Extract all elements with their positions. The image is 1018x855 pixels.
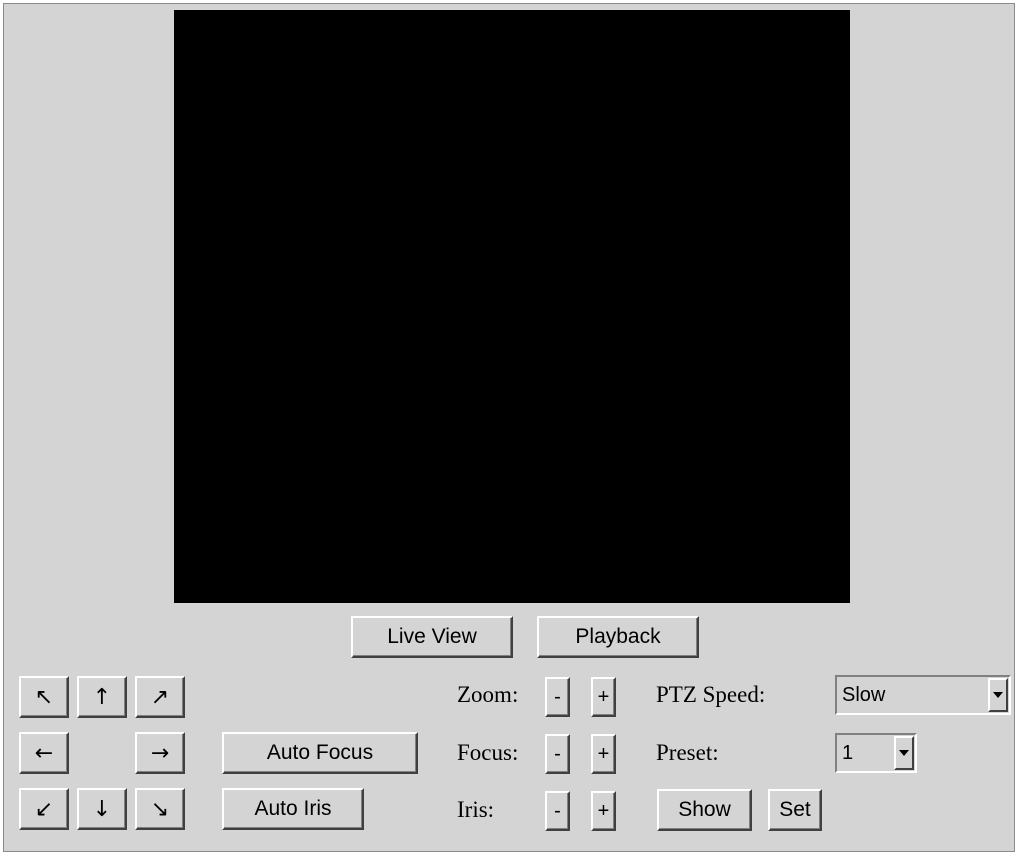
pan-down-right-arrow-icon[interactable]: ↘ bbox=[135, 788, 185, 830]
chevron-down-icon[interactable] bbox=[894, 736, 914, 770]
pan-up-left-arrow-icon[interactable]: ↖ bbox=[19, 676, 69, 718]
zoom-label: Zoom: bbox=[457, 682, 519, 707]
tilt-up-arrow-icon[interactable]: ↑ bbox=[77, 676, 127, 718]
playback-button[interactable]: Playback bbox=[537, 616, 699, 658]
pan-up-right-arrow-icon[interactable]: ↗ bbox=[135, 676, 185, 718]
video-viewport bbox=[174, 10, 850, 603]
show-preset-button[interactable]: Show bbox=[657, 789, 752, 831]
ptz-speed-value: Slow bbox=[842, 683, 886, 706]
chevron-down-icon[interactable] bbox=[988, 678, 1008, 712]
live-view-button[interactable]: Live View bbox=[351, 616, 513, 658]
ptz-speed-select[interactable]: Slow bbox=[835, 675, 1011, 715]
preset-select[interactable]: 1 bbox=[835, 733, 917, 773]
set-preset-button[interactable]: Set bbox=[768, 789, 822, 831]
preset-value: 1 bbox=[842, 741, 854, 764]
pan-right-arrow-icon[interactable]: → bbox=[135, 732, 185, 774]
preset-label: Preset: bbox=[656, 740, 719, 765]
iris-label: Iris: bbox=[457, 797, 495, 822]
zoom-out-button[interactable]: - bbox=[545, 677, 570, 717]
auto-focus-button[interactable]: Auto Focus bbox=[222, 732, 418, 774]
pan-left-arrow-icon[interactable]: ← bbox=[19, 732, 69, 774]
auto-iris-button[interactable]: Auto Iris bbox=[222, 788, 364, 830]
camera-control-panel: Live View Playback ↖ ↑ ↗ ← → ↙ ↓ ↘ Auto … bbox=[3, 3, 1015, 852]
focus-label: Focus: bbox=[457, 740, 519, 765]
tilt-down-arrow-icon[interactable]: ↓ bbox=[77, 788, 127, 830]
iris-open-button[interactable]: + bbox=[591, 791, 616, 831]
zoom-in-button[interactable]: + bbox=[591, 677, 616, 717]
iris-close-button[interactable]: - bbox=[545, 791, 570, 831]
focus-far-button[interactable]: + bbox=[591, 734, 616, 774]
focus-near-button[interactable]: - bbox=[545, 734, 570, 774]
ptz-speed-label: PTZ Speed: bbox=[656, 682, 766, 707]
pan-down-left-arrow-icon[interactable]: ↙ bbox=[19, 788, 69, 830]
